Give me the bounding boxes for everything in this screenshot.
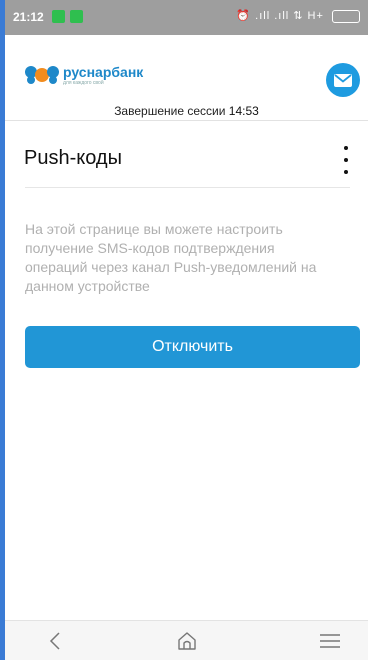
app-screen: 21:12 ⏰ .ıll .ıll ⇅ H+ руснарбанк для ка… bbox=[5, 0, 368, 660]
header-divider bbox=[5, 120, 368, 121]
status-bar: 21:12 ⏰ .ıll .ıll ⇅ H+ bbox=[5, 0, 368, 35]
home-button[interactable] bbox=[167, 627, 207, 655]
page-title: Push-коды bbox=[24, 147, 122, 169]
logo-mark-icon bbox=[25, 66, 59, 84]
kebab-menu-icon[interactable] bbox=[338, 144, 354, 176]
back-button[interactable] bbox=[35, 627, 75, 655]
session-label: Завершение сессии bbox=[114, 104, 226, 118]
notification-app-icon bbox=[70, 10, 83, 23]
brand-tagline: для каждого свой bbox=[63, 80, 104, 86]
back-icon bbox=[49, 632, 60, 650]
session-timer: Завершение сессии 14:53 bbox=[5, 104, 368, 118]
home-icon bbox=[178, 632, 196, 650]
recents-button[interactable] bbox=[310, 627, 350, 655]
battery-icon bbox=[332, 9, 360, 23]
disable-button[interactable]: Отключить bbox=[25, 326, 360, 368]
menu-lines-icon bbox=[320, 634, 340, 648]
app-header: руснарбанк для каждого свой Завершение с… bbox=[5, 35, 368, 120]
page-description: На этой странице вы можете настроить пол… bbox=[25, 221, 317, 294]
brand-name: руснарбанк bbox=[63, 64, 144, 80]
mail-icon bbox=[334, 73, 352, 87]
status-indicators: ⏰ .ıll .ıll ⇅ H+ bbox=[236, 9, 360, 23]
status-time: 21:12 bbox=[13, 10, 44, 24]
system-nav-bar bbox=[5, 620, 368, 660]
mail-button[interactable] bbox=[326, 63, 360, 97]
notification-app-icon bbox=[52, 10, 65, 23]
session-time: 14:53 bbox=[228, 104, 259, 118]
logo-text: руснарбанк для каждого свой bbox=[63, 64, 144, 87]
signal-icons: ⏰ .ıll .ıll ⇅ H+ bbox=[236, 10, 324, 22]
title-divider bbox=[25, 187, 350, 188]
bank-logo[interactable]: руснарбанк для каждого свой bbox=[25, 65, 143, 89]
